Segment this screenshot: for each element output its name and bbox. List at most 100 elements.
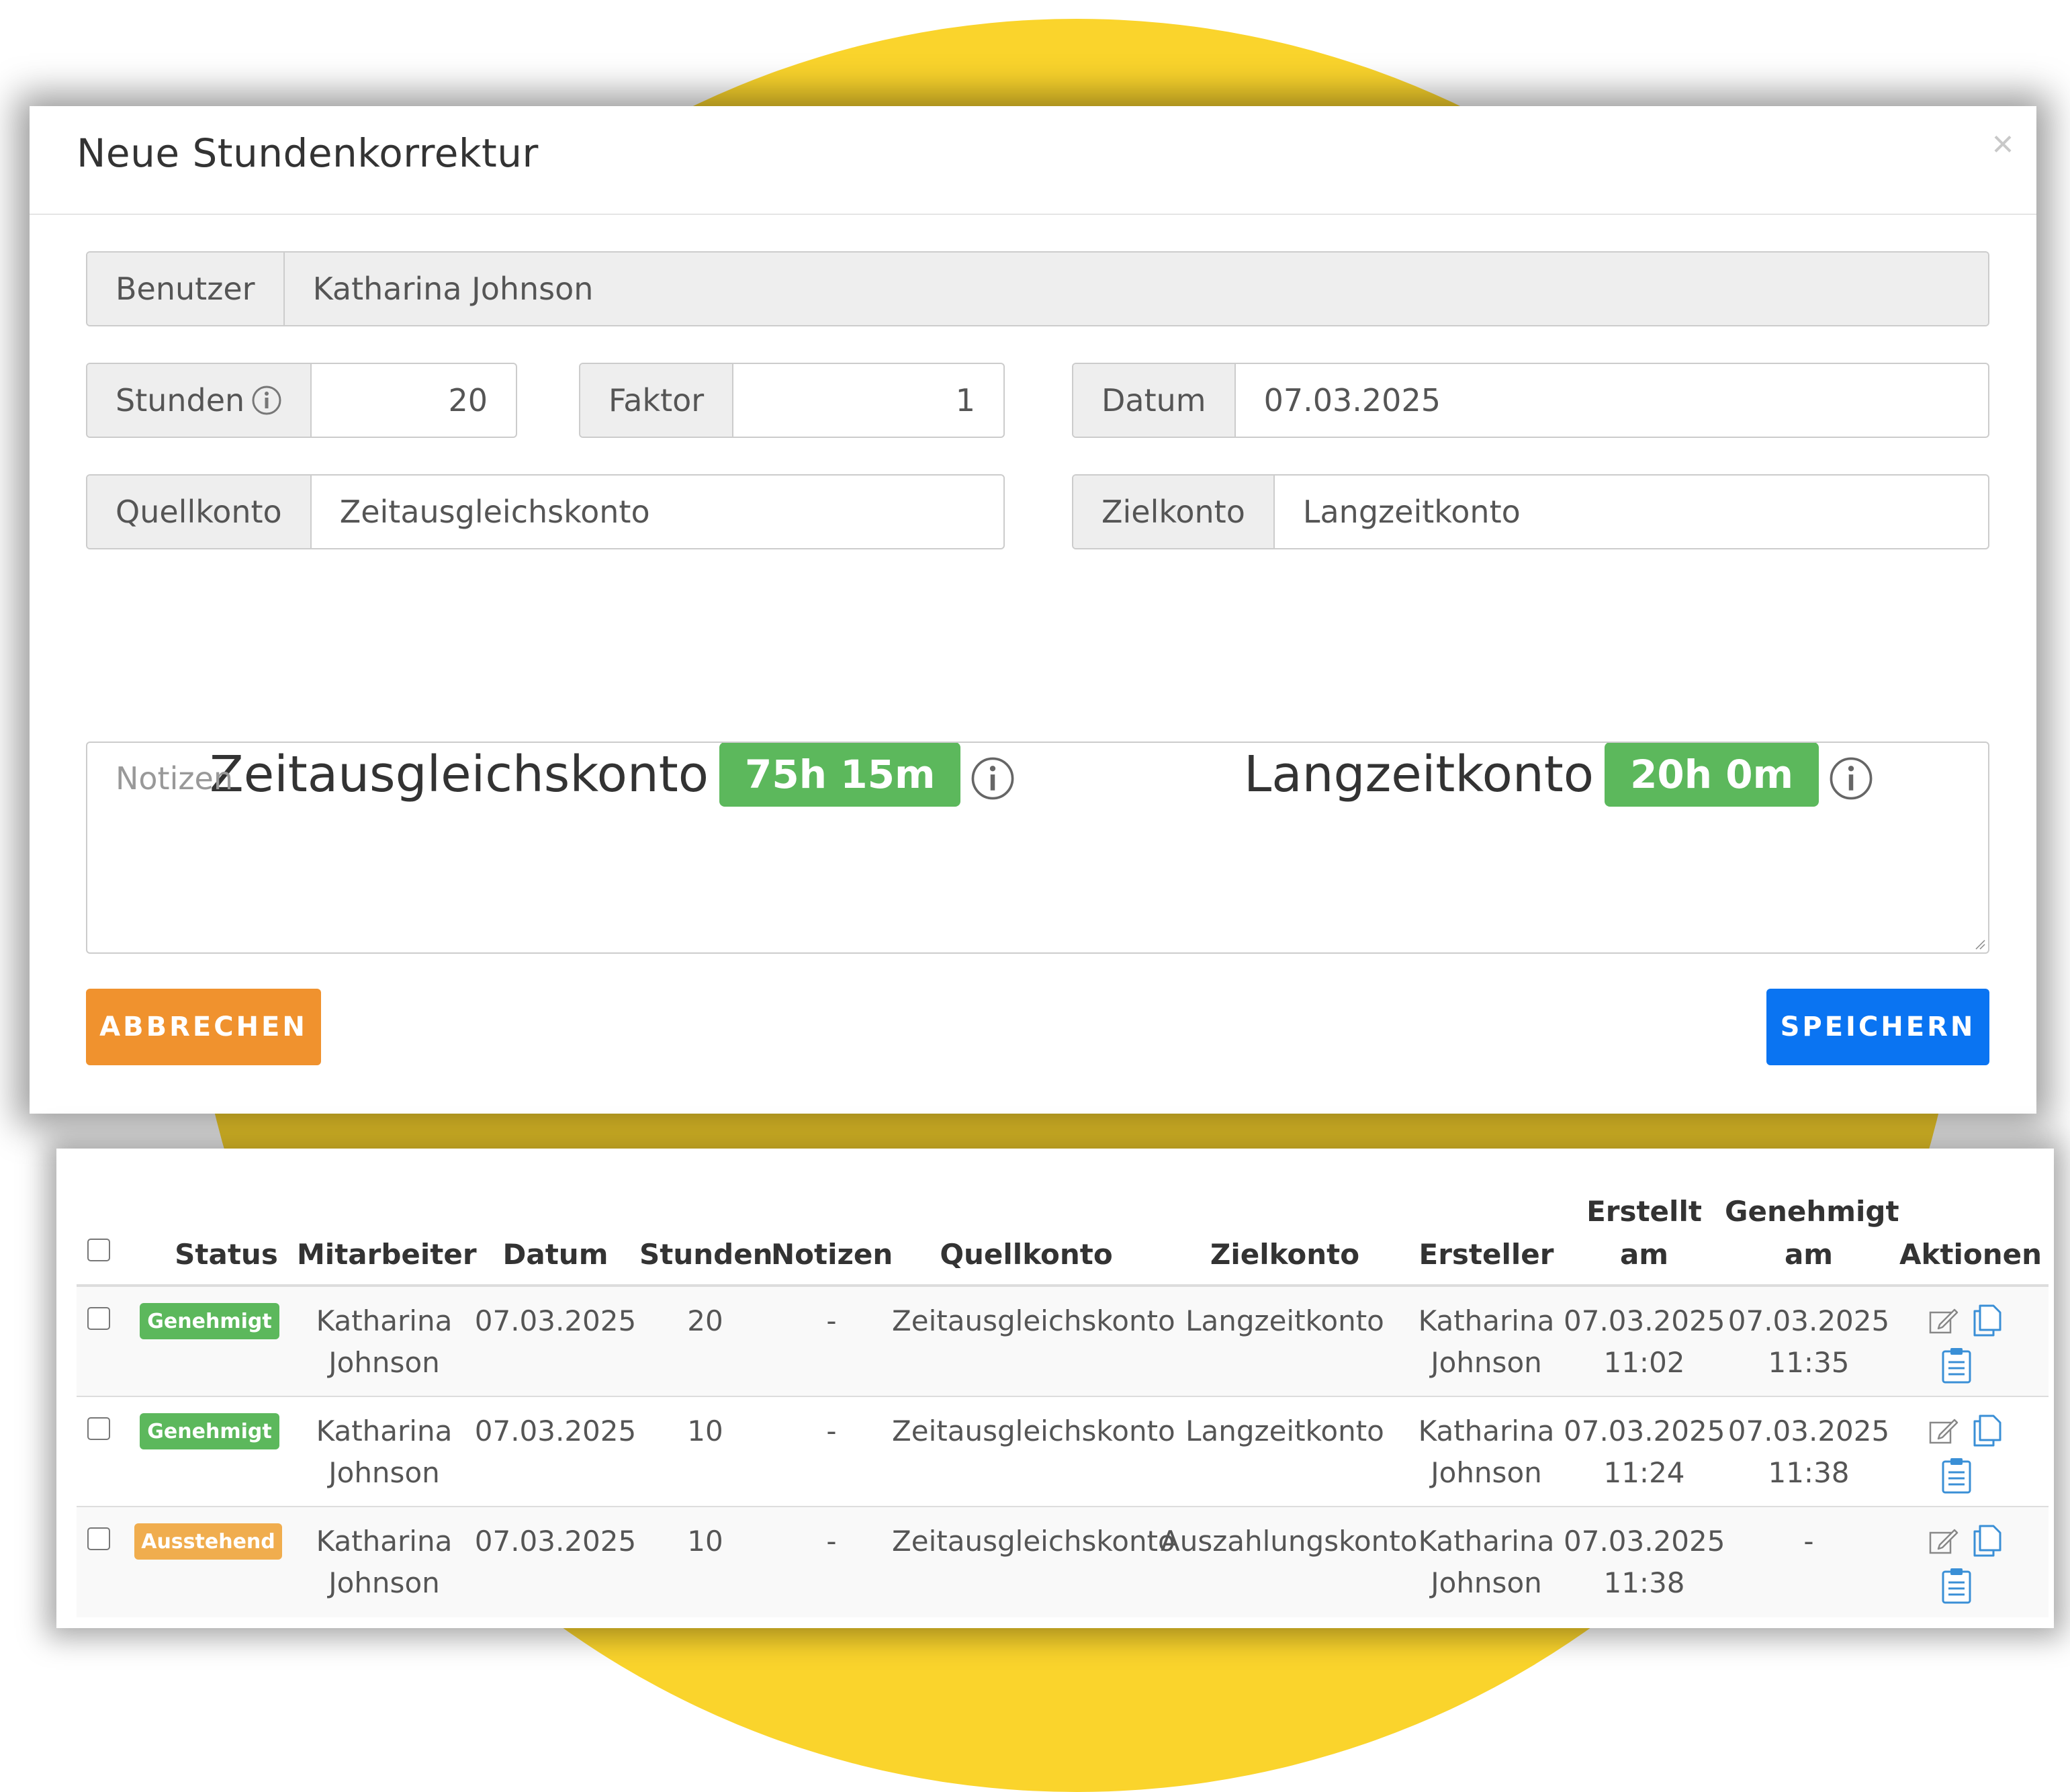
cell-notizen: - [826,1415,837,1447]
edit-icon[interactable] [1928,1416,1959,1447]
th-status[interactable]: Status [156,1233,297,1276]
th-erstellt-line1: Erstellt [1586,1195,1702,1228]
cell-ersteller: Katharina Johnson [1409,1521,1564,1604]
row-checkbox[interactable] [87,1417,110,1440]
cell-zielkonto: Langzeitkonto [1185,1304,1384,1337]
th-ersteller[interactable]: Ersteller [1409,1233,1564,1276]
info-icon[interactable] [251,385,282,416]
cell-notizen: - [826,1304,837,1337]
cell-mitarbeiter: Katharina Johnson [297,1300,471,1384]
mitarbeiter-line2: Johnson [328,1566,440,1599]
erstellt-line2: 11:38 [1603,1566,1685,1599]
genehmigt-line2: 11:38 [1768,1456,1850,1489]
th-datum[interactable]: Datum [471,1233,639,1276]
copy-icon[interactable] [1971,1522,2004,1558]
th-genehmigt-line2: am [1784,1238,1834,1271]
genehmigt-line2: 11:35 [1768,1346,1850,1379]
erstellt-line2: 11:02 [1603,1346,1685,1379]
cell-quellkonto: Zeitausgleichskonto [892,1525,1175,1558]
ersteller-line1: Katharina [1418,1415,1555,1447]
status-badge: Ausstehend [134,1523,282,1560]
row-checkbox[interactable] [87,1307,110,1330]
th-aktionen: Aktionen [1899,1238,2042,1271]
zielkonto-select[interactable]: Langzeitkonto [1275,476,1988,548]
save-button[interactable]: SPEICHERN [1766,989,1989,1065]
cancel-button[interactable]: ABBRECHEN [86,989,321,1065]
quellkonto-group: Quellkonto Zeitausgleichskonto [86,474,1005,549]
cell-stunden: 10 [687,1415,723,1447]
correction-modal: Neue Stundenkorrektur × Benutzer Kathari… [30,106,2036,1114]
erstellt-line2: 11:24 [1603,1456,1685,1489]
cell-genehmigt-am: 07.03.2025 11:35 [1725,1300,1893,1384]
zielkonto-group: Zielkonto Langzeitkonto [1072,474,1989,549]
mitarbeiter-line2: Johnson [328,1346,440,1379]
genehmigt-line1: - [1803,1525,1814,1558]
select-all-checkbox[interactable] [87,1239,110,1261]
th-quellkonto[interactable]: Quellkonto [892,1233,1161,1276]
ersteller-line1: Katharina [1418,1304,1555,1337]
copy-icon[interactable] [1971,1302,2004,1338]
cell-quellkonto: Zeitausgleichskonto [892,1415,1175,1447]
faktor-label: Faktor [580,364,734,437]
row-checkbox[interactable] [87,1527,110,1550]
clipboard-icon[interactable] [1941,1566,1972,1604]
status-badge: Genehmigt [140,1413,279,1449]
cell-quellkonto: Zeitausgleichskonto [892,1304,1175,1337]
cell-datum: 07.03.2025 [474,1415,637,1447]
ersteller-line1: Katharina [1418,1525,1555,1558]
status-badge: Genehmigt [140,1303,279,1339]
edit-icon[interactable] [1928,1306,1959,1337]
stunden-group: Stunden 20 [86,363,517,438]
datum-label: Datum [1073,364,1236,437]
cell-erstellt-am: 07.03.2025 11:24 [1564,1410,1725,1494]
th-notizen[interactable]: Notizen [771,1233,893,1276]
modal-header: Neue Stundenkorrektur × [30,106,2036,215]
th-zielkonto[interactable]: Zielkonto [1161,1233,1409,1276]
faktor-input[interactable]: 1 [733,364,1003,437]
mitarbeiter-line1: Katharina [316,1525,453,1558]
close-icon[interactable]: × [1984,125,2022,163]
erstellt-line1: 07.03.2025 [1564,1525,1725,1558]
th-erstellt-am[interactable]: Erstellt am [1564,1190,1725,1276]
clipboard-icon[interactable] [1941,1456,1972,1494]
modal-title: Neue Stundenkorrektur [77,130,539,176]
edit-icon[interactable] [1928,1526,1959,1557]
cell-ersteller: Katharina Johnson [1409,1300,1564,1384]
cell-zielkonto: Auszahlungskonto [1161,1525,1418,1558]
datum-input[interactable]: 07.03.2025 [1236,364,1988,437]
cell-erstellt-am: 07.03.2025 11:38 [1564,1521,1725,1604]
copy-icon[interactable] [1971,1412,2004,1448]
cell-erstellt-am: 07.03.2025 11:02 [1564,1300,1725,1384]
ersteller-line2: Johnson [1431,1346,1542,1379]
genehmigt-line1: 07.03.2025 [1727,1415,1890,1447]
th-mitarbeiter[interactable]: Mitarbeiter [297,1233,477,1276]
cell-stunden: 20 [687,1304,723,1337]
ersteller-line2: Johnson [1431,1456,1542,1489]
quellkonto-select[interactable]: Zeitausgleichskonto [312,476,1003,548]
genehmigt-line1: 07.03.2025 [1727,1304,1890,1337]
notes-textarea[interactable]: Notizen [86,742,1989,954]
stunden-label: Stunden [116,382,245,418]
cell-stunden: 10 [687,1525,723,1558]
cell-notizen: - [826,1525,837,1558]
stunden-addon: Stunden [87,364,312,437]
clipboard-icon[interactable] [1941,1346,1972,1384]
cell-mitarbeiter: Katharina Johnson [297,1410,471,1494]
th-erstellt-line2: am [1619,1238,1669,1271]
stunden-input[interactable]: 20 [312,364,516,437]
faktor-group: Faktor 1 [579,363,1005,438]
corrections-table: Status Mitarbeiter Datum Stunden Notizen… [56,1149,2054,1628]
th-genehmigt-am[interactable]: Genehmigt am [1725,1190,1899,1276]
resize-handle-icon[interactable] [1975,939,1985,950]
erstellt-line1: 07.03.2025 [1564,1304,1725,1337]
cell-datum: 07.03.2025 [474,1304,637,1337]
erstellt-line1: 07.03.2025 [1564,1415,1725,1447]
quellkonto-label: Quellkonto [87,476,312,548]
cell-genehmigt-am: - [1725,1521,1893,1562]
ersteller-line2: Johnson [1431,1566,1542,1599]
mitarbeiter-line1: Katharina [316,1304,453,1337]
zielkonto-label: Zielkonto [1073,476,1275,548]
cell-mitarbeiter: Katharina Johnson [297,1521,471,1604]
th-stunden[interactable]: Stunden [639,1233,773,1276]
th-genehmigt-line1: Genehmigt [1725,1195,1899,1228]
